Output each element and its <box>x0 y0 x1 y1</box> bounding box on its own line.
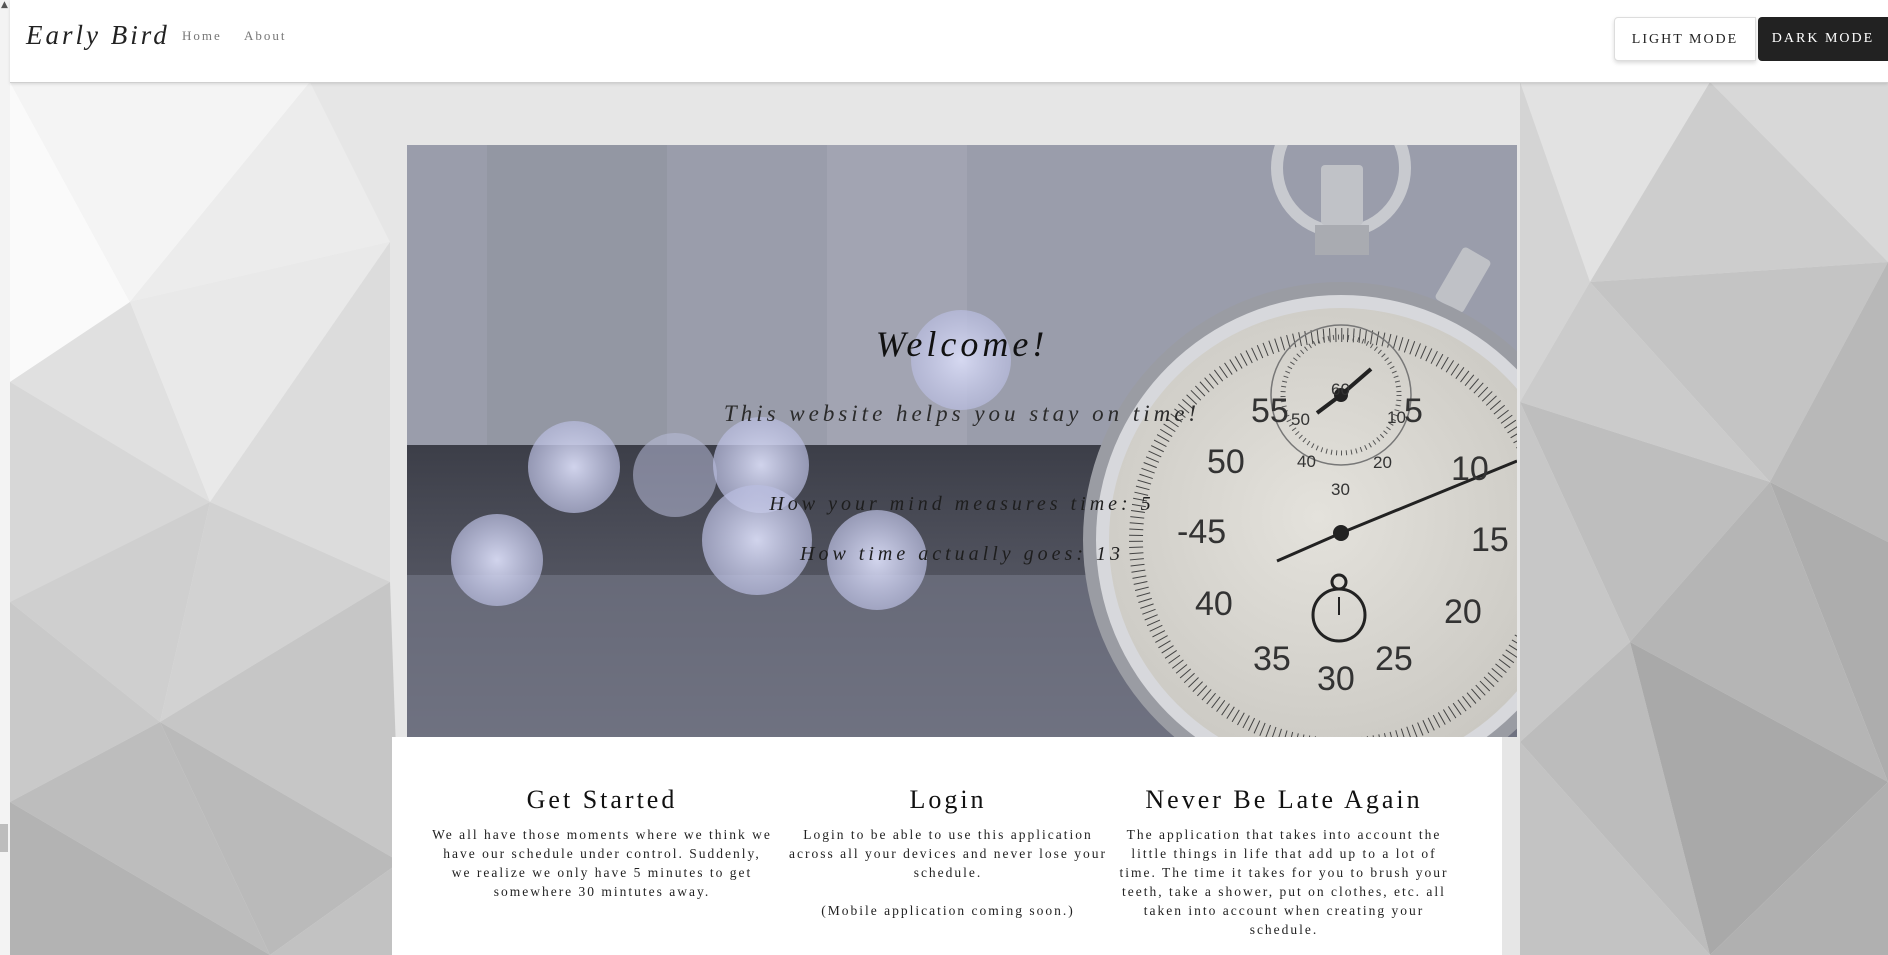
stopwatch-hero-image: 55 5 10 15 20 25 30 35 40 -45 50 60 10 2… <box>407 145 1517 737</box>
feature-never-late: Never Be Late Again The application that… <box>1114 785 1454 939</box>
feature-note: (Mobile application coming soon.) <box>821 903 1075 918</box>
feature-login: Login Login to be able to use this appli… <box>778 785 1118 920</box>
hero-subtitle: This website helps you stay on time! <box>723 401 1201 426</box>
feature-title: Login <box>909 785 987 814</box>
svg-text:25: 25 <box>1375 640 1413 678</box>
svg-text:60: 60 <box>1331 380 1350 399</box>
feature-text: Login to be able to use this application… <box>788 827 1108 880</box>
feature-text: We all have those moments where we think… <box>432 827 772 899</box>
top-navbar: Early Bird Home About LIGHT MODE DARK MO… <box>10 0 1888 83</box>
svg-text:20: 20 <box>1444 593 1482 631</box>
svg-text:20: 20 <box>1373 453 1392 472</box>
svg-text:10: 10 <box>1451 450 1489 488</box>
scroll-up-icon[interactable]: ▲ <box>1 0 8 10</box>
svg-text:50: 50 <box>1207 443 1245 481</box>
feature-text: The application that takes into account … <box>1119 827 1449 937</box>
nav-link-home[interactable]: Home <box>182 28 222 44</box>
nav-link-about[interactable]: About <box>244 28 287 44</box>
svg-text:35: 35 <box>1253 640 1291 678</box>
hero-title: Welcome! <box>875 324 1049 364</box>
svg-text:30: 30 <box>1317 660 1355 698</box>
hero-banner: 55 5 10 15 20 25 30 35 40 -45 50 60 10 2… <box>407 145 1517 737</box>
feature-title: Get Started <box>526 785 678 814</box>
feature-get-started: Get Started We all have those moments wh… <box>432 785 772 901</box>
dark-mode-button[interactable]: DARK MODE <box>1758 17 1888 61</box>
svg-text:40: 40 <box>1297 452 1316 471</box>
feature-title: Never Be Late Again <box>1145 785 1423 814</box>
brand-logo[interactable]: Early Bird <box>26 20 170 51</box>
features-card: Get Started We all have those moments wh… <box>392 737 1502 955</box>
mind-time-readout: How your mind measures time: 5 <box>769 493 1155 515</box>
scrollbar-thumb[interactable] <box>0 824 8 852</box>
svg-text:40: 40 <box>1195 585 1233 623</box>
actual-time-readout: How time actually goes: 13 <box>800 543 1124 565</box>
light-mode-button[interactable]: LIGHT MODE <box>1614 17 1756 61</box>
